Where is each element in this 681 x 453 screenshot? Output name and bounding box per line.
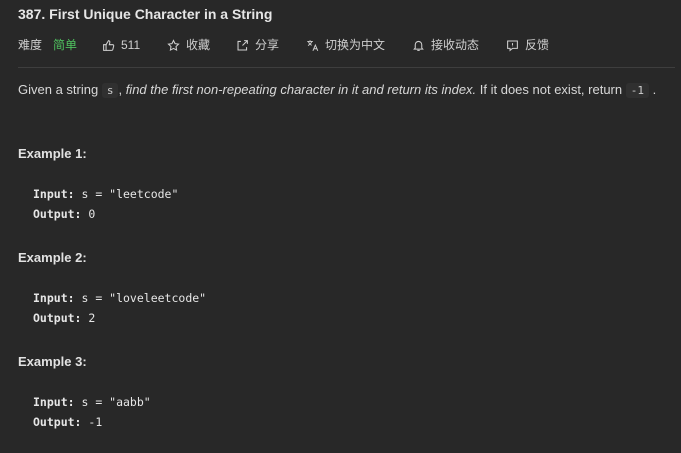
example-output-line: Output: -1	[33, 412, 151, 432]
difficulty-indicator: 难度 简单	[18, 36, 77, 54]
example-input-line: Input: s = "aabb"	[33, 392, 151, 412]
inline-code: -1	[625, 83, 649, 98]
example-block: Input: s = "aabb" Output: -1	[33, 392, 151, 432]
input-value: s = "loveleetcode"	[74, 291, 207, 305]
translate-button[interactable]: 切换为中文	[306, 36, 385, 54]
example-input-line: Input: s = "leetcode"	[33, 184, 178, 204]
example-heading: Example 1:	[18, 146, 87, 161]
translate-label: 切换为中文	[325, 38, 386, 52]
bell-icon	[413, 40, 424, 51]
translate-icon	[307, 39, 319, 51]
favorite-label: 收藏	[186, 38, 211, 52]
example-input-line: Input: s = "loveleetcode"	[33, 288, 206, 308]
description-text: Given a string	[18, 82, 99, 97]
description-emphasis: find the first non-repeating character i…	[125, 82, 477, 97]
subscribe-label: 接收动态	[431, 38, 480, 52]
output-label: Output:	[33, 311, 82, 325]
like-button[interactable]: 511	[102, 36, 140, 54]
share-button[interactable]: 分享	[236, 36, 279, 54]
example-output-line: Output: 2	[33, 308, 206, 328]
output-value: -1	[81, 415, 103, 429]
problem-title: 387. First Unique Character in a String	[18, 6, 273, 22]
thumbs-up-icon	[103, 39, 115, 51]
output-label: Output:	[33, 415, 82, 429]
feedback-label: 反馈	[525, 38, 550, 52]
subscribe-button[interactable]: 接收动态	[412, 36, 479, 54]
star-icon	[167, 38, 180, 51]
output-value: 0	[81, 207, 96, 221]
example-output-line: Output: 0	[33, 204, 178, 224]
difficulty-label: 难度	[18, 38, 43, 52]
problem-description: Given a string s, find the first non-rep…	[18, 82, 657, 98]
input-value: s = "aabb"	[74, 395, 151, 409]
input-label: Input:	[33, 291, 75, 305]
example-heading: Example 3:	[18, 354, 87, 369]
feedback-button[interactable]: 反馈	[506, 36, 549, 54]
inline-code: s	[101, 83, 119, 98]
output-value: 2	[81, 311, 96, 325]
description-text: ,	[118, 82, 126, 97]
output-label: Output:	[33, 207, 82, 221]
feedback-icon	[507, 40, 518, 52]
description-text: .	[652, 82, 657, 97]
share-icon	[237, 39, 248, 50]
difficulty-value: 简单	[53, 38, 78, 52]
header-divider	[18, 67, 675, 68]
input-label: Input:	[33, 395, 75, 409]
example-heading: Example 2:	[18, 250, 87, 265]
example-block: Input: s = "leetcode" Output: 0	[33, 184, 178, 224]
example-block: Input: s = "loveleetcode" Output: 2	[33, 288, 206, 328]
description-text: If it does not exist, return	[476, 82, 623, 97]
like-count: 511	[121, 38, 141, 52]
problem-meta-bar: 难度 简单 511 收藏 分享 切换为中文 接收动态 反馈	[18, 36, 678, 54]
input-value: s = "leetcode"	[74, 187, 179, 201]
favorite-button[interactable]: 收藏	[167, 36, 210, 54]
share-label: 分享	[255, 38, 280, 52]
input-label: Input:	[33, 187, 75, 201]
